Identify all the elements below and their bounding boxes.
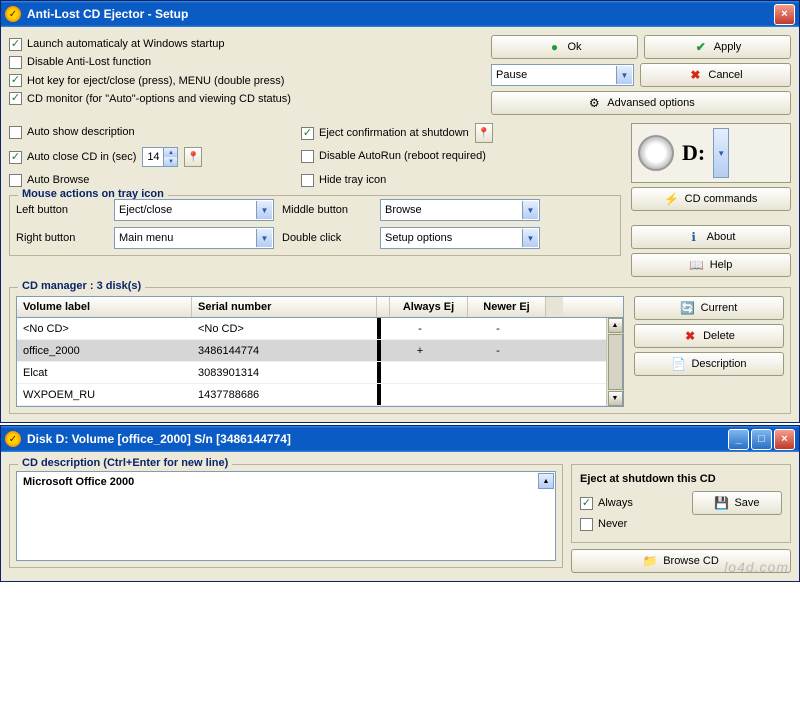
- table-row[interactable]: WXPOEM_RU1437788686: [17, 384, 606, 406]
- window-title: Disk D: Volume [office_2000] S/n [348614…: [27, 432, 728, 446]
- save-icon: 💾: [714, 496, 728, 510]
- cd-manager-legend: CD manager : 3 disk(s): [18, 280, 145, 292]
- col-newer-ej[interactable]: Newer Ej: [468, 297, 546, 317]
- pause-select[interactable]: Pause▼: [491, 64, 634, 86]
- ok-icon: ●: [547, 40, 561, 54]
- description-textarea[interactable]: Microsoft Office 2000 ▲: [16, 471, 556, 561]
- table-row[interactable]: <No CD><No CD>--: [17, 318, 606, 340]
- refresh-icon: 🔄: [681, 301, 695, 315]
- launch-checkbox[interactable]: ✓Launch automaticaly at Windows startup: [9, 35, 225, 53]
- advanced-button[interactable]: ⚙Advansed options: [491, 91, 791, 115]
- info-icon: ℹ: [687, 230, 701, 244]
- chevron-down-icon: ▼: [522, 229, 538, 247]
- spinner-up-icon[interactable]: ▲: [163, 148, 177, 157]
- app-icon: ✓: [5, 6, 21, 22]
- mouse-group: Mouse actions on tray icon Left button E…: [9, 195, 621, 256]
- col-always-ej[interactable]: Always Ej: [390, 297, 468, 317]
- scrollbar[interactable]: ▲ ▼: [606, 318, 623, 406]
- chevron-down-icon: ▼: [256, 229, 272, 247]
- titlebar[interactable]: ✓ Disk D: Volume [office_2000] S/n [3486…: [1, 426, 799, 452]
- disable-label: Disable Anti-Lost function: [27, 56, 151, 68]
- description-button[interactable]: 📄Description: [634, 352, 784, 376]
- drive-selector[interactable]: D: ▼: [631, 123, 791, 183]
- close-button[interactable]: ×: [774, 429, 795, 450]
- gear-icon: ⚙: [587, 96, 601, 110]
- help-button[interactable]: 📖Help: [631, 253, 791, 277]
- double-click-label: Double click: [282, 232, 372, 244]
- right-btn-select[interactable]: Main menu▼: [114, 227, 274, 249]
- right-btn-label: Right button: [16, 232, 106, 244]
- about-button[interactable]: ℹAbout: [631, 225, 791, 249]
- middle-btn-label: Middle button: [282, 204, 372, 216]
- monitor-checkbox[interactable]: ✓CD monitor (for "Auto"-options and view…: [9, 90, 291, 108]
- scroll-up-icon[interactable]: ▲: [608, 318, 623, 333]
- chevron-down-icon: ▼: [522, 201, 538, 219]
- pin-icon[interactable]: 📍: [475, 123, 493, 143]
- eject-group: Eject at shutdown this CD ✓Always 💾Save …: [571, 464, 791, 543]
- cd-table: Volume label Serial number Always Ej New…: [16, 296, 624, 407]
- autoshow-checkbox[interactable]: Auto show description: [9, 123, 289, 141]
- disk-window: ✓ Disk D: Volume [office_2000] S/n [3486…: [0, 425, 800, 582]
- monitor-label: CD monitor (for "Auto"-options and viewi…: [27, 93, 291, 105]
- eject-confirm-checkbox[interactable]: ✓Eject confirmation at shutdown: [301, 124, 469, 142]
- cancel-button[interactable]: ✖Cancel: [640, 63, 791, 87]
- lightning-icon: ⚡: [665, 192, 679, 206]
- chevron-down-icon: ▼: [616, 66, 632, 84]
- left-btn-label: Left button: [16, 204, 106, 216]
- double-click-select[interactable]: Setup options▼: [380, 227, 540, 249]
- launch-label: Launch automaticaly at Windows startup: [27, 38, 225, 50]
- ok-button[interactable]: ●Ok: [491, 35, 638, 59]
- help-icon: 📖: [690, 258, 704, 272]
- cd-icon: [638, 135, 674, 171]
- pin-icon[interactable]: 📍: [184, 147, 202, 167]
- col-serial[interactable]: Serial number: [192, 297, 377, 317]
- table-row[interactable]: office_20003486144774+-: [17, 340, 606, 362]
- scroll-up-icon[interactable]: ▲: [538, 473, 554, 489]
- autoclose-checkbox[interactable]: ✓Auto close CD in (sec): [9, 148, 136, 166]
- hide-tray-checkbox[interactable]: Hide tray icon: [301, 171, 581, 189]
- drive-letter: D:: [682, 140, 705, 166]
- autoclose-spinner[interactable]: 14▲▼: [142, 147, 178, 167]
- table-row[interactable]: Elcat3083901314: [17, 362, 606, 384]
- always-checkbox[interactable]: ✓Always: [580, 494, 633, 512]
- cd-commands-button[interactable]: ⚡CD commands: [631, 187, 791, 211]
- top-buttons: ●Ok ✔Apply Pause▼ ✖Cancel ⚙Advansed opti…: [491, 35, 791, 115]
- folder-icon: 📁: [643, 554, 657, 568]
- current-button[interactable]: 🔄Current: [634, 296, 784, 320]
- save-button[interactable]: 💾Save: [692, 491, 782, 515]
- setup-window: ✓ Anti-Lost CD Ejector - Setup × ✓Launch…: [0, 0, 800, 423]
- disable-autorun-checkbox[interactable]: Disable AutoRun (reboot required): [301, 147, 581, 165]
- delete-button[interactable]: ✖Delete: [634, 324, 784, 348]
- autobrowse-checkbox[interactable]: Auto Browse: [9, 171, 289, 189]
- chevron-down-icon: ▼: [256, 201, 272, 219]
- watermark: lo4d.com: [724, 559, 789, 575]
- eject-group-title: Eject at shutdown this CD: [580, 473, 782, 485]
- hotkey-label: Hot key for eject/close (press), MENU (d…: [27, 75, 284, 87]
- cancel-icon: ✖: [688, 68, 702, 82]
- titlebar[interactable]: ✓ Anti-Lost CD Ejector - Setup ×: [1, 1, 799, 27]
- left-btn-select[interactable]: Eject/close▼: [114, 199, 274, 221]
- middle-btn-select[interactable]: Browse▼: [380, 199, 540, 221]
- doc-icon: 📄: [671, 357, 685, 371]
- maximize-button[interactable]: □: [751, 429, 772, 450]
- window-title: Anti-Lost CD Ejector - Setup: [27, 7, 774, 21]
- disable-checkbox[interactable]: Disable Anti-Lost function: [9, 53, 151, 71]
- apply-button[interactable]: ✔Apply: [644, 35, 791, 59]
- apply-icon: ✔: [694, 40, 708, 54]
- cd-manager-group: CD manager : 3 disk(s) Volume label Seri…: [9, 287, 791, 414]
- top-checks: ✓Launch automaticaly at Windows startup …: [9, 35, 483, 115]
- col-volume[interactable]: Volume label: [17, 297, 192, 317]
- spinner-down-icon[interactable]: ▼: [163, 157, 177, 166]
- hotkey-checkbox[interactable]: ✓Hot key for eject/close (press), MENU (…: [9, 72, 284, 90]
- desc-group: CD description (Ctrl+Enter for new line)…: [9, 464, 563, 568]
- scroll-down-icon[interactable]: ▼: [608, 391, 623, 406]
- desc-legend: CD description (Ctrl+Enter for new line): [18, 457, 232, 469]
- scroll-thumb[interactable]: [608, 334, 623, 390]
- chevron-down-icon[interactable]: ▼: [713, 128, 729, 178]
- app-icon: ✓: [5, 431, 21, 447]
- minimize-button[interactable]: _: [728, 429, 749, 450]
- delete-icon: ✖: [683, 329, 697, 343]
- close-button[interactable]: ×: [774, 4, 795, 25]
- never-checkbox[interactable]: Never: [580, 515, 627, 533]
